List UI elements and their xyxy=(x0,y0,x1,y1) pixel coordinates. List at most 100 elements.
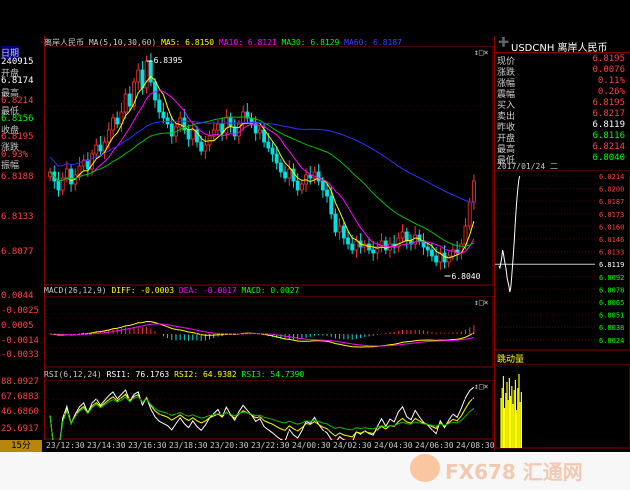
candle xyxy=(136,69,141,83)
candle xyxy=(241,111,246,125)
candle xyxy=(140,69,145,89)
dea-line xyxy=(50,323,475,347)
candle xyxy=(425,246,430,251)
candle xyxy=(157,99,162,113)
volume-chart xyxy=(495,364,630,449)
candle xyxy=(270,147,275,155)
candle xyxy=(274,153,279,164)
quote-value: 0.0076 xyxy=(592,65,625,75)
candle xyxy=(190,129,195,140)
candle xyxy=(299,183,304,191)
quote-value: 6.8195 xyxy=(592,98,625,108)
candle xyxy=(115,117,120,125)
candle xyxy=(430,249,434,257)
candle xyxy=(320,180,325,191)
quote-value: 0.11% xyxy=(597,76,625,86)
candle xyxy=(329,195,334,215)
candle xyxy=(371,249,376,254)
rsi-tick: 25.6917 xyxy=(1,424,39,434)
quote-value: 6.8040 xyxy=(592,153,625,163)
mini-tick: 6.8024 xyxy=(599,337,624,345)
time-tick: 24/04:30 xyxy=(374,441,413,450)
rsi-title: RSI(6,12,24) xyxy=(44,370,102,379)
candle xyxy=(203,144,208,152)
mini-tick: 6.0200 xyxy=(599,186,624,194)
macd-tick: -0.0014 xyxy=(1,336,39,346)
time-tick: 23/12:30 xyxy=(46,441,85,450)
time-tick: 23/20:30 xyxy=(210,441,249,450)
candle xyxy=(400,231,405,239)
candle xyxy=(237,123,241,137)
candle xyxy=(186,129,191,140)
candle xyxy=(224,117,229,134)
candle xyxy=(127,93,132,107)
price-tick: 6.8188 xyxy=(1,172,34,182)
candle xyxy=(169,123,174,137)
chart-area[interactable]: 离岸人民币 MA(5,10,30,60) MA5: 6.8150 MA10: 6… xyxy=(44,36,494,450)
macd-tick: 0.0005 xyxy=(1,321,34,331)
mini-tick: 6.0160 xyxy=(599,223,624,231)
macd-tick: -0.0025 xyxy=(1,306,39,316)
time-labels: 23/12:30 23/14:30 23/16:30 23/18:30 23/20:30… xyxy=(44,441,495,452)
candle xyxy=(404,231,409,242)
candle xyxy=(85,159,90,170)
rsi-tick: 88.0927 xyxy=(1,377,39,387)
logo-icon xyxy=(410,454,440,482)
plus-icon[interactable]: ➕ xyxy=(498,38,509,48)
candle xyxy=(467,201,472,227)
mini-tick: 6.8065 xyxy=(599,299,624,307)
pane-frame xyxy=(495,170,630,351)
candle xyxy=(434,255,439,263)
mini-tick: 6.8092 xyxy=(599,274,624,282)
ma5-line xyxy=(49,75,475,259)
quote-value: 6.8116 xyxy=(592,131,625,141)
quote-row: 买入 6.8195 xyxy=(497,98,627,111)
candle xyxy=(161,111,166,119)
macd-header: MACD(26,12,9) DIFF: -0.0003 DEA: -0.0017… xyxy=(44,286,299,295)
candle xyxy=(98,144,103,152)
candle xyxy=(287,168,292,179)
price-annotation: 6.8395 xyxy=(154,56,183,65)
rsi2-value: RSI2: 64.9382 xyxy=(174,370,237,379)
watermark: FX678 汇通网 xyxy=(445,460,583,484)
rsi1-line xyxy=(49,386,475,440)
candle xyxy=(350,243,355,251)
intraday-line xyxy=(498,175,521,293)
candle xyxy=(472,180,476,203)
mini-tick: 6.0146 xyxy=(599,236,624,244)
quote-value: 6.8195 xyxy=(592,54,625,64)
pane-controls-icon: ↕□× xyxy=(474,48,489,57)
candle xyxy=(308,174,313,179)
interval-button[interactable]: 15分 xyxy=(0,440,42,452)
candle xyxy=(216,123,220,131)
pane-controls-icon: ↕□× xyxy=(474,298,489,307)
candle xyxy=(442,252,447,263)
intraday-chart: 6.0214 6.0200 6.0187 6.0173 6.0160 6.0146 6.01… xyxy=(495,170,630,351)
time-tick: 23/18:30 xyxy=(169,441,208,450)
ma60-line xyxy=(49,120,475,204)
quote-row: 现价 6.8195 xyxy=(497,54,627,67)
time-tick: 24/08:30 xyxy=(456,441,495,450)
candle xyxy=(346,237,350,245)
candle xyxy=(446,255,451,263)
time-tick: 24/00:30 xyxy=(292,441,331,450)
candle xyxy=(278,162,283,173)
open-value: 6.8174 xyxy=(1,76,34,86)
candle xyxy=(69,168,73,185)
candle xyxy=(258,129,262,134)
rsi-header: RSI(6,12,24) RSI1: 76.1763 RSI2: 64.9382… xyxy=(44,370,304,379)
candle xyxy=(123,93,128,113)
quote-row: 开盘 6.8116 xyxy=(497,131,627,144)
pane-controls-icon: ↕□× xyxy=(474,382,489,391)
price-annotation: 6.8040 xyxy=(452,272,481,281)
candle xyxy=(283,171,287,179)
top-bar xyxy=(0,0,630,36)
mini-tick: 6.0173 xyxy=(599,211,624,219)
time-tick: 24/06:30 xyxy=(415,441,454,450)
mini-tick: 6.8119 xyxy=(599,261,624,269)
mini-tick: 6.8051 xyxy=(599,312,624,320)
candle xyxy=(295,180,300,191)
candle xyxy=(56,180,61,191)
quote-value: 6.8119 xyxy=(592,120,625,130)
price-pane: 6.8395 6.8040 ↕□× xyxy=(44,46,494,286)
